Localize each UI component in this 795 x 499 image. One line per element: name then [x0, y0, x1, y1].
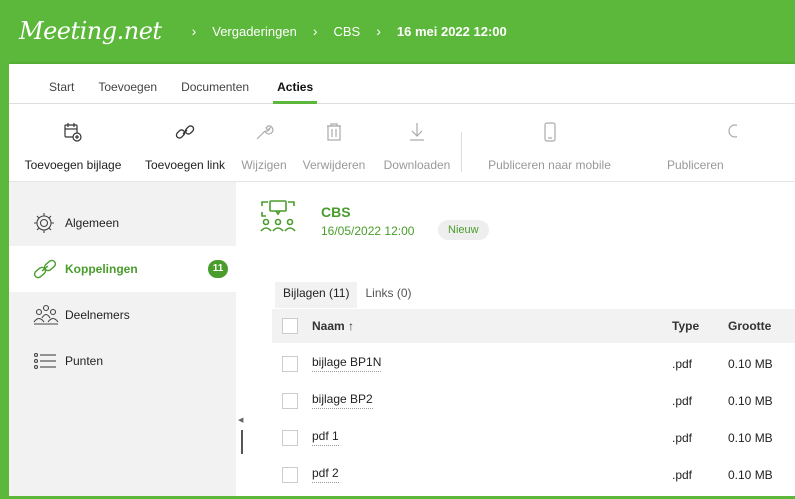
publish-label: Publiceren	[667, 158, 724, 172]
people-icon	[33, 304, 63, 326]
publish-mobile-button[interactable]: Publiceren naar mobile	[462, 114, 637, 178]
mobile-phone-icon	[543, 118, 556, 146]
sidebar-item-punten[interactable]: Punten	[9, 338, 236, 384]
delete-button[interactable]: Verwijderen	[295, 114, 373, 178]
row-checkbox[interactable]	[282, 355, 298, 372]
file-name-link[interactable]: bijlage BP2	[312, 392, 373, 409]
sidebar: Algemeen Koppelingen 11 Deelnemers Punte…	[9, 182, 236, 496]
column-header-name[interactable]: Naam ↑	[312, 319, 354, 333]
edit-button[interactable]: Wijzigen	[233, 114, 295, 178]
column-header-type[interactable]: Type	[672, 319, 699, 333]
meeting-icon	[258, 200, 298, 239]
row-checkbox[interactable]	[282, 466, 298, 483]
app-window: Meeting.net › Vergaderingen › CBS › 16 m…	[9, 0, 795, 496]
chevron-right-icon: ›	[191, 23, 197, 39]
download-button[interactable]: Downloaden	[373, 114, 461, 178]
chevron-right-icon: ›	[312, 23, 318, 39]
tab-documenten[interactable]: Documenten	[181, 80, 249, 104]
wrench-icon	[254, 118, 274, 146]
tab-acties[interactable]: Acties	[273, 80, 318, 104]
publish-icon	[727, 118, 737, 146]
status-badge: Nieuw	[438, 220, 489, 240]
sidebar-item-deelnemers[interactable]: Deelnemers	[9, 292, 236, 338]
subtabs: Bijlagen (11) Links (0)	[275, 282, 420, 308]
toolbar: Toevoegen bijlage Toevoegen link Wijzige…	[9, 114, 795, 182]
ribbon-tabs: Start Toevoegen Documenten Acties	[9, 80, 795, 104]
breadcrumb-cbs[interactable]: CBS	[333, 24, 360, 39]
add-link-button[interactable]: Toevoegen link	[137, 114, 233, 178]
file-name-link[interactable]: pdf 1	[312, 429, 339, 446]
table-row[interactable]: pdf 1 .pdf 0.10 MB	[272, 419, 795, 456]
row-checkbox[interactable]	[282, 429, 298, 446]
tab-start[interactable]: Start	[49, 80, 74, 104]
sidebar-item-algemeen[interactable]: Algemeen	[9, 200, 236, 246]
file-type: .pdf	[672, 356, 693, 371]
publish-button[interactable]: Publiceren	[637, 114, 777, 178]
trash-icon	[325, 118, 343, 146]
publish-mobile-label: Publiceren naar mobile	[488, 158, 611, 172]
main-panel: CBS 16/05/2022 12:00 Nieuw Bijlagen (11)…	[246, 182, 795, 496]
row-checkbox[interactable]	[282, 392, 298, 409]
file-size: 0.10 MB	[728, 467, 773, 482]
calendar-add-icon	[64, 118, 82, 146]
tab-toevoegen[interactable]: Toevoegen	[98, 80, 157, 104]
download-icon	[409, 118, 425, 146]
file-type: .pdf	[672, 430, 693, 445]
file-size: 0.10 MB	[728, 393, 773, 408]
table-row[interactable]: bijlage BP2 .pdf 0.10 MB	[272, 382, 795, 419]
file-type: .pdf	[672, 393, 693, 408]
select-all-checkbox[interactable]	[282, 318, 298, 334]
add-attachment-button[interactable]: Toevoegen bijlage	[9, 114, 137, 178]
sidebar-item-label: Punten	[65, 354, 104, 368]
link-icon	[175, 118, 195, 146]
gear-icon	[33, 212, 63, 234]
tab-links[interactable]: Links (0)	[357, 282, 419, 308]
table-row[interactable]: pdf 2 .pdf 0.10 MB	[272, 456, 795, 493]
sidebar-item-label: Koppelingen	[65, 262, 138, 276]
top-bar: Meeting.net › Vergaderingen › CBS › 16 m…	[9, 0, 795, 64]
list-icon	[33, 351, 63, 371]
file-size: 0.10 MB	[728, 356, 773, 371]
sidebar-item-label: Algemeen	[65, 216, 120, 230]
add-attachment-label: Toevoegen bijlage	[24, 158, 122, 172]
file-name-link[interactable]: bijlage BP1N	[312, 355, 382, 372]
add-link-label: Toevoegen link	[144, 158, 226, 172]
download-label: Downloaden	[383, 158, 451, 172]
sidebar-item-koppelingen[interactable]: Koppelingen 11	[9, 246, 236, 292]
chevron-right-icon: ›	[376, 23, 381, 39]
count-badge: 11	[208, 260, 228, 278]
file-name-link[interactable]: pdf 2	[312, 466, 339, 483]
sidebar-item-label: Deelnemers	[65, 308, 130, 322]
meeting-date: 16/05/2022 12:00	[321, 224, 415, 238]
splitter-handle[interactable]	[241, 430, 243, 454]
app-logo[interactable]: Meeting.net	[19, 17, 162, 45]
table-header: Naam ↑ Type Grootte	[272, 309, 795, 343]
file-type: .pdf	[672, 467, 693, 482]
link-icon	[33, 258, 63, 280]
table-row[interactable]: bijlage BP1N .pdf 0.10 MB	[272, 345, 795, 382]
breadcrumb-current: 16 mei 2022 12:00	[396, 23, 507, 39]
edit-label: Wijzigen	[241, 158, 287, 172]
delete-label: Verwijderen	[302, 158, 366, 172]
meeting-title: CBS	[321, 204, 351, 220]
file-size: 0.10 MB	[728, 430, 773, 445]
tab-bijlagen[interactable]: Bijlagen (11)	[275, 282, 358, 308]
collapse-arrow-icon[interactable]: ◀	[238, 416, 243, 424]
breadcrumb-vergaderingen[interactable]: Vergaderingen	[212, 24, 297, 39]
column-header-size[interactable]: Grootte	[728, 319, 771, 333]
